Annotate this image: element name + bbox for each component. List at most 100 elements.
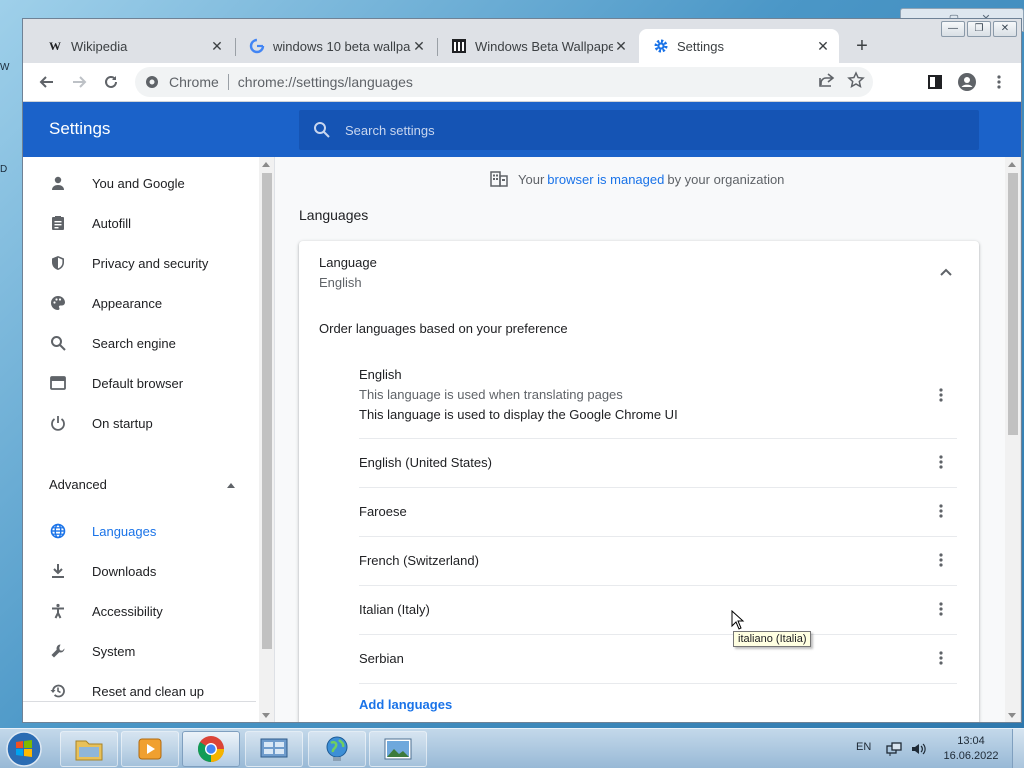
sidebar-item-downloads[interactable]: Downloads [23,551,260,591]
building-icon [490,171,508,187]
menu-button[interactable] [987,70,1011,94]
clock-date: 16.06.2022 [943,750,999,762]
reload-button[interactable] [99,70,123,94]
more-vert-icon[interactable] [935,601,947,617]
add-languages-button[interactable]: Add languages [359,697,452,712]
arrow-right-icon [73,76,87,88]
taskbar-network[interactable] [308,731,366,767]
more-vert-icon[interactable] [935,387,947,403]
tab-settings[interactable]: Settings ✕ [639,29,839,63]
new-tab-button[interactable]: + [851,35,873,57]
more-vert-icon[interactable] [935,650,947,666]
site-info[interactable]: Chrome [145,74,219,90]
taskbar-explorer[interactable] [60,731,118,767]
sidebar-item-search-engine[interactable]: Search engine [23,323,260,363]
main-scrollbar[interactable] [1005,157,1020,722]
side-panel-icon [928,75,942,89]
sidebar-item-reset[interactable]: Reset and clean up [23,671,260,711]
history-icon [49,682,67,700]
language-heading: Language [319,255,377,270]
sidebar-item-default-browser[interactable]: Default browser [23,363,260,403]
show-desktop-button[interactable] [1012,729,1024,768]
forward-button[interactable] [67,70,91,94]
share-icon[interactable] [817,71,835,89]
windows-logo-icon [6,731,42,767]
language-name: English [359,367,402,382]
sidebar-item-label: Search engine [92,335,176,351]
sidebar-item-label: On startup [92,415,153,431]
network-icon[interactable] [886,741,902,757]
sidebar-item-on-startup[interactable]: On startup [23,403,260,443]
scrollbar-thumb[interactable] [1008,173,1018,435]
taskbar-chrome[interactable] [182,731,240,767]
search-input[interactable] [345,122,945,138]
search-icon [314,122,330,138]
back-button[interactable] [35,70,59,94]
url-text: chrome://settings/languages [237,74,413,90]
settings-search[interactable] [299,110,979,150]
folder-icon [75,740,103,761]
sidebar-item-autofill[interactable]: Autofill [23,203,260,243]
taskbar: EN 13:04 16.06.2022 [0,728,1024,768]
more-vert-icon[interactable] [935,552,947,568]
more-vert-icon[interactable] [935,503,947,519]
advanced-toggle[interactable]: Advanced [23,473,260,497]
sidebar-item-accessibility[interactable]: Accessibility [23,591,260,631]
photo-icon [384,738,412,760]
tab-google-search[interactable]: windows 10 beta wallpap ✕ [235,29,435,63]
settings-header: Settings [23,101,1021,157]
close-icon[interactable]: ✕ [209,38,225,55]
site-label: Chrome [169,74,219,90]
arrow-left-icon [39,76,53,88]
tooltip: italiano (Italia) [733,631,812,647]
chevron-up-icon[interactable] [939,265,953,279]
profile-button[interactable] [955,70,979,94]
tab-strip: W Wikipedia ✕ windows 10 beta wallpap ✕ … [23,29,1021,63]
sidebar-item-label: Reset and clean up [92,683,205,699]
power-icon [49,414,67,432]
language-row-english: English This language is used when trans… [359,359,957,439]
language-name: French (Switzerland) [359,553,479,568]
language-name: Serbian [359,651,404,666]
google-icon [249,38,265,54]
sidebar-item-languages[interactable]: Languages [23,511,260,551]
scroll-down-icon[interactable] [1008,713,1016,718]
close-icon[interactable]: ✕ [815,38,831,55]
close-icon[interactable]: ✕ [613,38,629,55]
star-icon[interactable] [847,71,865,89]
sidebar-item-label: Languages [92,523,157,539]
sidebar-item-you-and-google[interactable]: You and Google [23,163,260,203]
sidebar-scrollbar[interactable] [259,157,274,722]
sidebar-item-label: System [92,643,136,659]
side-panel-button[interactable] [923,70,947,94]
scroll-up-icon[interactable] [1008,162,1016,167]
tab-wikipedia[interactable]: W Wikipedia ✕ [33,29,233,63]
sidebar-item-label: Default browser [92,375,184,391]
tab-windows-wallpapers[interactable]: Windows Beta Wallpapers ✕ [437,29,637,63]
system-clock[interactable]: 13:04 16.06.2022 [936,734,1006,764]
start-button[interactable] [4,730,46,768]
taskbar-media-player[interactable] [121,731,179,767]
volume-icon[interactable] [910,741,926,757]
language-indicator[interactable]: EN [856,741,871,753]
control-panel-icon [260,738,288,758]
sidebar-item-appearance[interactable]: Appearance [23,283,260,323]
sidebar-item-system[interactable]: System [23,631,260,671]
desktop-icon-label: W [0,62,10,73]
taskbar-photo-viewer[interactable] [369,731,427,767]
managed-link[interactable]: browser is managed [547,172,664,187]
managed-notice: Your browser is managed by your organiza… [490,171,784,187]
scroll-down-icon[interactable] [262,713,270,718]
scrollbar-thumb[interactable] [262,173,272,649]
kebab-menu-icon [997,75,1001,89]
chrome-site-icon [146,76,158,88]
scroll-up-icon[interactable] [262,162,270,167]
sidebar-divider [23,701,256,702]
taskbar-control-panel[interactable] [245,731,303,767]
address-bar[interactable]: Chrome chrome://settings/languages [135,67,873,97]
sidebar-item-privacy[interactable]: Privacy and security [23,243,260,283]
close-icon[interactable]: ✕ [411,38,427,55]
more-vert-icon[interactable] [935,454,947,470]
sidebar-item-label: Privacy and security [92,255,209,271]
language-desc: This language is used when translating p… [359,387,623,402]
